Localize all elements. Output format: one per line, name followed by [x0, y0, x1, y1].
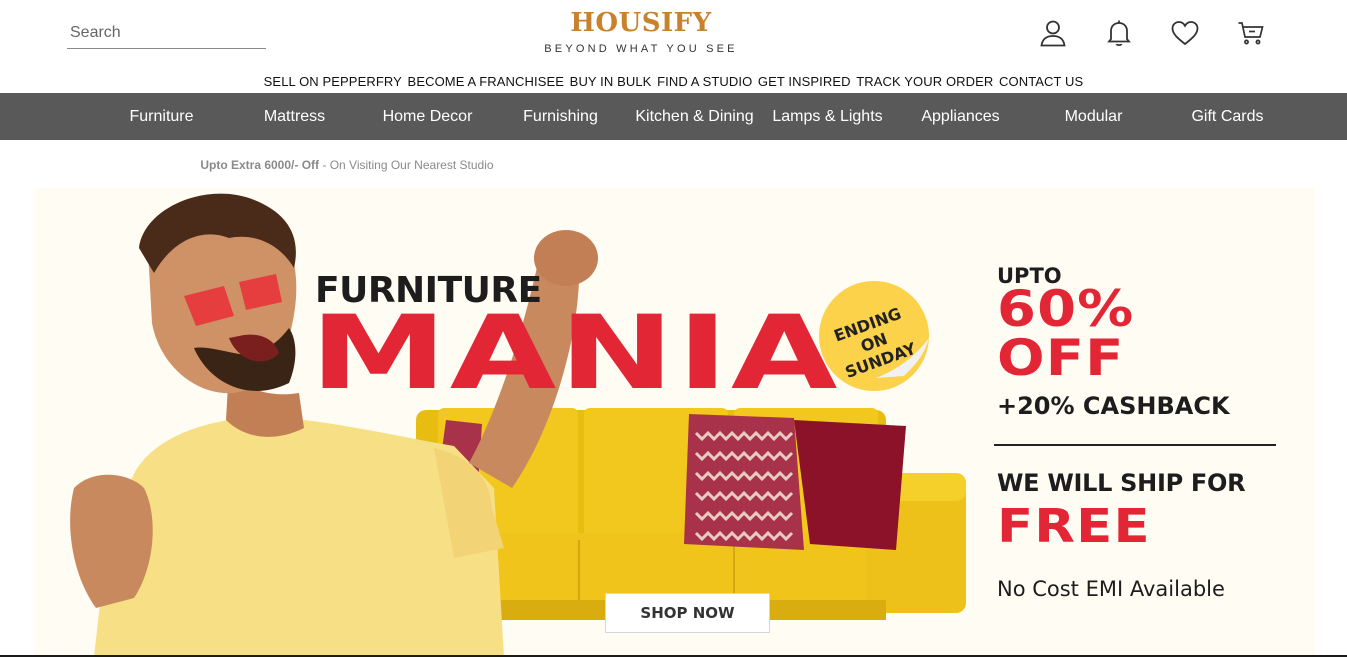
utility-links: SELL ON PEPPERFRY BECOME A FRANCHISEE BU…: [0, 74, 1347, 89]
offer-ship: WE WILL SHIP FOR: [997, 469, 1246, 497]
marquee-text: - On Visiting Our Nearest Studio: [319, 158, 494, 172]
link-bulk[interactable]: BUY IN BULK: [570, 74, 652, 89]
nav-gift-cards[interactable]: Gift Cards: [1161, 93, 1294, 140]
heart-icon[interactable]: [1168, 16, 1202, 50]
link-contact[interactable]: CONTACT US: [999, 74, 1083, 89]
nav-furniture[interactable]: Furniture: [95, 93, 228, 140]
nav-kitchen-dining[interactable]: Kitchen & Dining: [628, 93, 761, 140]
marquee-bold-text: t Upto Extra 6000/- Off: [200, 158, 320, 172]
logo-name: HOUSIFY: [570, 8, 712, 38]
offer-free: FREE: [997, 499, 1151, 553]
cart-icon[interactable]: [1234, 16, 1268, 50]
offer-discount: 60%: [997, 280, 1135, 338]
site-logo[interactable]: HOUSIFY BEYOND WHAT YOU SEE: [520, 8, 762, 57]
logo-tagline: BEYOND WHAT YOU SEE: [544, 43, 738, 55]
link-sell[interactable]: SELL ON PEPPERFRY: [264, 74, 402, 89]
nav-appliances[interactable]: Appliances: [894, 93, 1027, 140]
link-studio[interactable]: FIND A STUDIO: [657, 74, 752, 89]
nav-lamps-lights[interactable]: Lamps & Lights: [761, 93, 894, 140]
offer-divider: [994, 444, 1276, 446]
hero-banner[interactable]: FURNITURE MANIA ENDING ON SUNDAY UPTO 60…: [34, 188, 1315, 657]
search-input[interactable]: [67, 18, 266, 48]
offer-marquee: t Upto Extra 6000/- Off - On Visiting Ou…: [200, 157, 620, 175]
offer-emi: No Cost EMI Available: [997, 577, 1225, 601]
link-track-order[interactable]: TRACK YOUR ORDER: [856, 74, 993, 89]
user-icon[interactable]: [1036, 16, 1070, 50]
headline-mania: MANIA: [310, 294, 841, 413]
bell-icon[interactable]: [1102, 16, 1136, 50]
offer-off: OFF: [997, 329, 1125, 387]
shop-now-button[interactable]: SHOP NOW: [605, 593, 770, 633]
search-box[interactable]: [67, 18, 266, 49]
category-nav: Furniture Mattress Home Decor Furnishing…: [0, 93, 1347, 140]
link-inspired[interactable]: GET INSPIRED: [758, 74, 851, 89]
nav-furnishing[interactable]: Furnishing: [494, 93, 627, 140]
nav-home-decor[interactable]: Home Decor: [361, 93, 494, 140]
offer-cashback: +20% CASHBACK: [997, 392, 1230, 420]
link-franchise[interactable]: BECOME A FRANCHISEE: [408, 74, 565, 89]
nav-mattress[interactable]: Mattress: [228, 93, 361, 140]
nav-modular[interactable]: Modular: [1027, 93, 1160, 140]
